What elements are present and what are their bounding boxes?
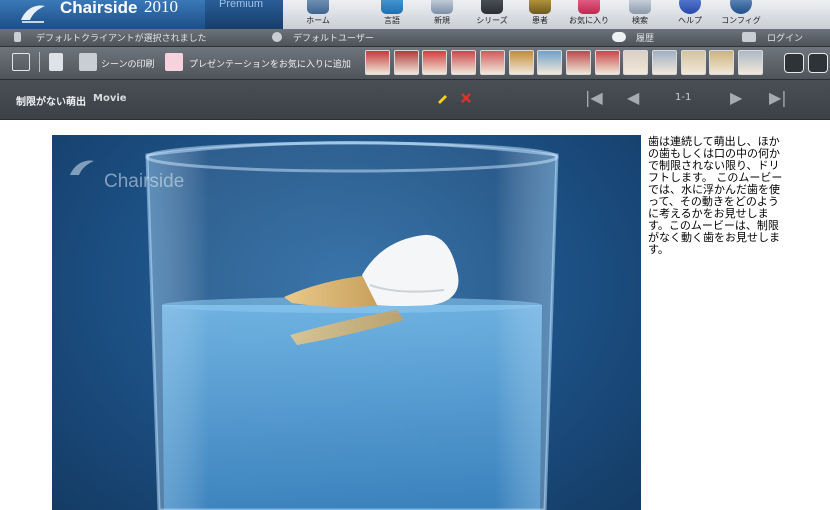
presentation-mode-icon[interactable]: [808, 53, 828, 73]
scene-thumbnail[interactable]: [738, 50, 764, 75]
scene-thumbnail[interactable]: [365, 50, 390, 75]
nav-home-label: ホーム: [306, 16, 330, 25]
scene-toolbar: シーンの印刷 プレゼンテーションをお気に入りに追加: [0, 47, 830, 80]
search-icon: [629, 0, 651, 14]
config-icon: [730, 0, 752, 14]
nav-favorites-button[interactable]: お気に入り: [564, 0, 614, 29]
lock-icon[interactable]: [742, 32, 756, 42]
expand-view-icon[interactable]: [784, 53, 804, 73]
nav-help-label: ヘルプ: [678, 16, 702, 25]
scene-thumbnail[interactable]: [508, 50, 534, 75]
scene-thumbnail[interactable]: [709, 50, 735, 75]
scene-thumbnail[interactable]: [451, 50, 477, 75]
print-icon[interactable]: [79, 53, 97, 71]
chairside-logo-icon: [21, 5, 45, 23]
nav-config-button[interactable]: コンフィグ: [718, 0, 764, 29]
edition-badge: Premium: [205, 0, 283, 29]
nav-language-button[interactable]: 言語: [372, 0, 412, 29]
history-link[interactable]: 履歴: [636, 31, 654, 44]
fullscreen-icon[interactable]: [12, 53, 30, 71]
toolbar-divider: [39, 52, 40, 72]
last-scene-button[interactable]: ▶|: [769, 90, 787, 106]
pin-icon: [14, 32, 21, 42]
nav-new-button[interactable]: 新規: [422, 0, 462, 29]
movie-watermark: Chairside: [104, 171, 184, 192]
history-clock-icon[interactable]: [612, 32, 626, 42]
scene-thumbnail[interactable]: [680, 50, 706, 75]
top-navigation-bar: Chairside 2010 Premium ホーム 言語 新規 シリーズ 患者…: [0, 0, 830, 30]
current-user-text: デフォルトユーザー: [293, 34, 374, 44]
scene-thumbnail[interactable]: [594, 50, 620, 75]
scene-thumbnail[interactable]: [479, 50, 505, 75]
language-icon: [381, 0, 403, 14]
login-link[interactable]: ログイン: [767, 31, 803, 44]
brand-year: 2010: [144, 0, 178, 16]
nav-series-label: シリーズ: [476, 16, 508, 25]
nav-language-label: 言語: [384, 16, 400, 25]
movie-frame-illustration: Chairside: [70, 141, 559, 510]
home-icon: [307, 0, 329, 14]
scene-thumbnail[interactable]: [537, 50, 563, 75]
nav-help-button[interactable]: ヘルプ: [670, 0, 710, 29]
selected-client-text: デフォルトクライアントが選択されました: [36, 34, 207, 44]
help-icon: [679, 0, 701, 14]
movie-player[interactable]: Chairside: [52, 135, 641, 510]
favorites-icon: [578, 0, 600, 14]
nav-home-button[interactable]: ホーム: [298, 0, 338, 29]
series-icon: [481, 0, 503, 14]
scene-pager: 1-1: [675, 92, 692, 103]
nav-patient-button[interactable]: 患者: [522, 0, 558, 29]
print-scene-label[interactable]: シーンの印刷: [101, 57, 155, 70]
next-scene-button[interactable]: ▶: [730, 90, 742, 106]
app-brand: Chairside 2010: [0, 0, 205, 29]
status-bar: デフォルトクライアントが選択されました デフォルトユーザー 履歴 ログイン: [0, 29, 830, 47]
scene-thumbnail[interactable]: [652, 50, 677, 75]
scene-title-bar: 制限がない萌出 Movie |◀ ◀ 1-1 ▶ ▶|: [0, 80, 830, 120]
nav-search-button[interactable]: 検索: [620, 0, 660, 29]
edition-label: Premium: [219, 0, 264, 10]
scene-description: 歯は連続して萌出し、ほかの歯もしくは口の中の何かで制限されない限り、ドリフトしま…: [648, 135, 783, 256]
nav-config-label: コンフィグ: [721, 16, 761, 25]
nav-patient-label: 患者: [532, 16, 548, 25]
nav-new-label: 新規: [434, 16, 450, 25]
scene-type: Movie: [93, 93, 127, 104]
scene-title: 制限がない萌出: [16, 97, 86, 108]
brand-name: Chairside: [60, 0, 138, 17]
scene-thumbnail[interactable]: [422, 50, 448, 75]
scene-thumbnail[interactable]: [393, 50, 419, 75]
heart-favorite-icon[interactable]: [165, 53, 183, 71]
edit-pencil-icon[interactable]: [436, 92, 448, 104]
patient-icon: [529, 0, 551, 14]
nav-series-button[interactable]: シリーズ: [470, 0, 514, 29]
new-icon: [431, 0, 453, 14]
first-scene-button[interactable]: |◀: [585, 90, 603, 106]
delete-x-icon[interactable]: [461, 93, 471, 103]
nav-favorites-label: お気に入り: [569, 16, 609, 25]
info-icon[interactable]: [49, 53, 63, 71]
previous-scene-button[interactable]: ◀: [627, 90, 639, 106]
user-icon: [272, 32, 282, 42]
nav-search-label: 検索: [632, 16, 648, 25]
add-to-favorites-label[interactable]: プレゼンテーションをお気に入りに追加: [189, 57, 351, 70]
scene-thumbnail[interactable]: [623, 50, 649, 75]
scene-thumbnail[interactable]: [565, 50, 591, 75]
